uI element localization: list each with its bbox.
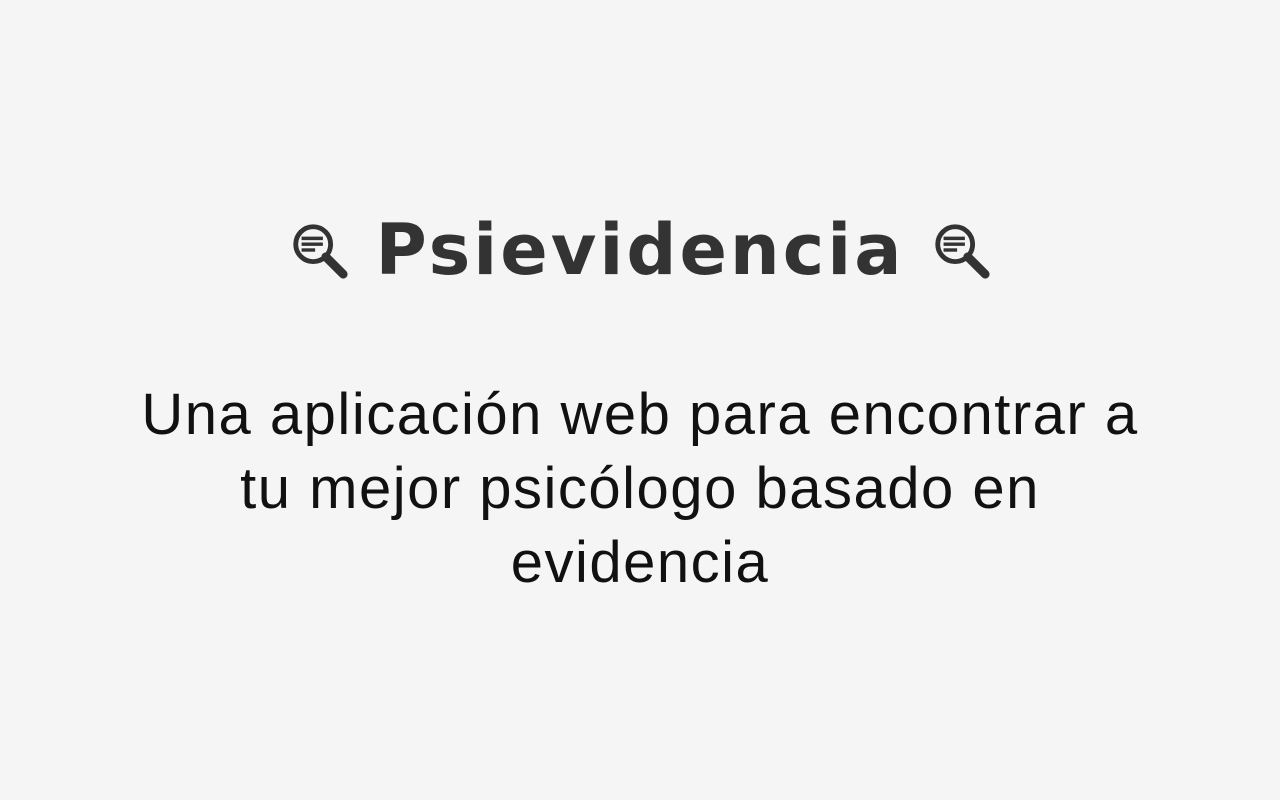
tagline: Una aplicación web para encontrar a tu m… xyxy=(141,382,1139,595)
app-title: Psievidencia xyxy=(375,209,905,291)
landing-page: Psievidencia Una aplicación web para enc… xyxy=(0,0,1280,800)
search-list-icon xyxy=(935,224,991,279)
search-list-icon xyxy=(292,224,348,279)
title-row: Psievidencia xyxy=(0,205,1280,295)
